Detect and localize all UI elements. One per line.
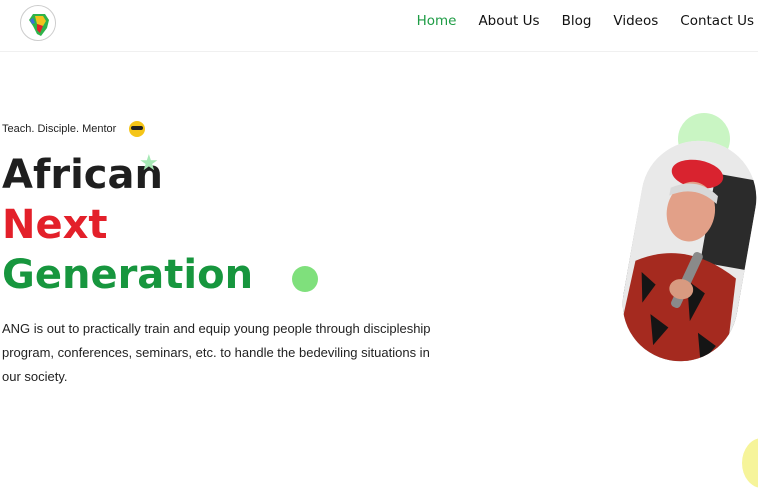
hero-description: ANG is out to practically train and equi…	[2, 321, 431, 384]
yellow-blob-decoration	[742, 438, 758, 488]
tagline-text: Teach. Disciple. Mentor	[2, 123, 117, 135]
nav-blog[interactable]: Blog	[562, 12, 592, 30]
nav-about-us[interactable]: About Us	[478, 12, 539, 30]
nav-contact-us[interactable]: Contact Us	[680, 12, 754, 30]
main-nav: Home About Us Blog Videos Contact Us	[395, 12, 754, 30]
star-decoration-icon: ★	[139, 150, 159, 175]
speaker-photo	[613, 131, 758, 371]
navbar: Home About Us Blog Videos Contact Us	[0, 0, 758, 52]
hero-tagline: Teach. Disciple. Mentor	[2, 121, 146, 137]
green-dot-decoration	[292, 266, 318, 292]
nav-home[interactable]: Home	[417, 12, 457, 30]
headline-next: Next	[2, 202, 108, 248]
headline-generation: Generation	[2, 252, 254, 298]
sunglasses-emoji-icon	[129, 121, 146, 137]
ang-logo[interactable]	[20, 5, 56, 41]
nav-videos[interactable]: Videos	[613, 12, 658, 30]
